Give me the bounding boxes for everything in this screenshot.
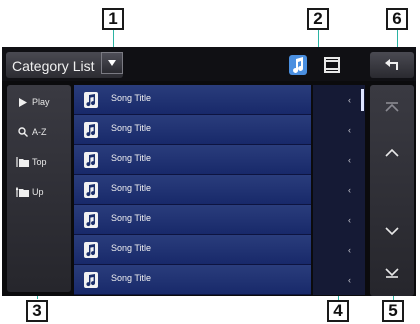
song-title: Song Title [111, 153, 152, 163]
folder-up-icon [14, 187, 32, 197]
page-down-icon [385, 227, 399, 236]
music-file-icon [84, 242, 98, 258]
jump-bottom-button[interactable] [370, 253, 414, 293]
callout-6: 6 [386, 8, 408, 30]
page-down-button[interactable] [370, 211, 414, 251]
scroll-index-column[interactable]: ‹ ‹ ‹ ‹ ‹ ‹ ‹ [313, 85, 365, 295]
song-title: Song Title [111, 243, 152, 253]
up-button-label: Up [32, 187, 44, 197]
scroll-marker: ‹ [348, 125, 351, 135]
callout-3: 3 [26, 300, 48, 322]
film-icon [324, 57, 340, 73]
music-file-icon [84, 272, 98, 288]
caret-down-icon [108, 60, 116, 66]
page-title: Category List [12, 58, 95, 74]
play-button-label: Play [32, 97, 50, 107]
song-title: Song Title [111, 213, 152, 223]
page-control-panel [370, 85, 414, 296]
search-icon [14, 127, 32, 137]
song-title: Song Title [111, 273, 152, 283]
scroll-marker: ‹ [348, 275, 351, 285]
music-file-icon [84, 182, 98, 198]
song-title: Song Title [111, 123, 152, 133]
list-item[interactable]: Song Title [74, 85, 311, 115]
list-item[interactable]: Song Title [74, 265, 311, 295]
device-screen: Category List Play A-Z Top Up Song Title… [2, 47, 416, 296]
back-arrow-icon [385, 59, 398, 70]
side-button-panel: Play A-Z Top Up [7, 85, 71, 292]
callout-5: 5 [382, 300, 404, 322]
play-icon [14, 97, 32, 107]
music-note-icon [289, 55, 307, 75]
scroll-marker: ‹ [348, 95, 351, 105]
list-item[interactable]: Song Title [74, 235, 311, 265]
back-button[interactable] [370, 52, 414, 78]
music-file-icon [84, 212, 98, 228]
media-mode-group [284, 53, 350, 77]
music-file-icon [84, 152, 98, 168]
jump-top-button[interactable] [370, 87, 414, 127]
list-item[interactable]: Song Title [74, 115, 311, 145]
music-file-icon [84, 92, 98, 108]
music-file-icon [84, 122, 98, 138]
scroll-marker: ‹ [348, 245, 351, 255]
music-mode-button[interactable] [284, 53, 312, 77]
page-up-icon [385, 148, 399, 157]
callout-4: 4 [327, 300, 349, 322]
song-title: Song Title [111, 93, 152, 103]
a-z-button-label: A-Z [32, 127, 47, 137]
top-bar: Category List [2, 47, 416, 81]
list-item[interactable]: Song Title [74, 175, 311, 205]
jump-bottom-icon [385, 268, 399, 278]
scroll-marker: ‹ [348, 215, 351, 225]
top-folder-button[interactable]: Top [10, 149, 68, 175]
play-button[interactable]: Play [10, 89, 68, 115]
scroll-marker: ‹ [348, 155, 351, 165]
song-list: Song Title Song Title Song Title Song Ti… [74, 85, 311, 295]
page-up-button[interactable] [370, 133, 414, 173]
video-mode-button[interactable] [318, 53, 346, 77]
scroll-marker: ‹ [348, 185, 351, 195]
callout-2: 2 [307, 8, 329, 30]
song-title: Song Title [111, 183, 152, 193]
folder-top-icon [14, 157, 32, 167]
callout-1: 1 [102, 8, 124, 30]
top-button-label: Top [32, 157, 47, 167]
jump-top-icon [385, 102, 399, 112]
up-folder-button[interactable]: Up [10, 179, 68, 205]
list-item[interactable]: Song Title [74, 145, 311, 175]
a-z-search-button[interactable]: A-Z [10, 119, 68, 145]
list-item[interactable]: Song Title [74, 205, 311, 235]
category-dropdown-button[interactable] [101, 52, 123, 74]
